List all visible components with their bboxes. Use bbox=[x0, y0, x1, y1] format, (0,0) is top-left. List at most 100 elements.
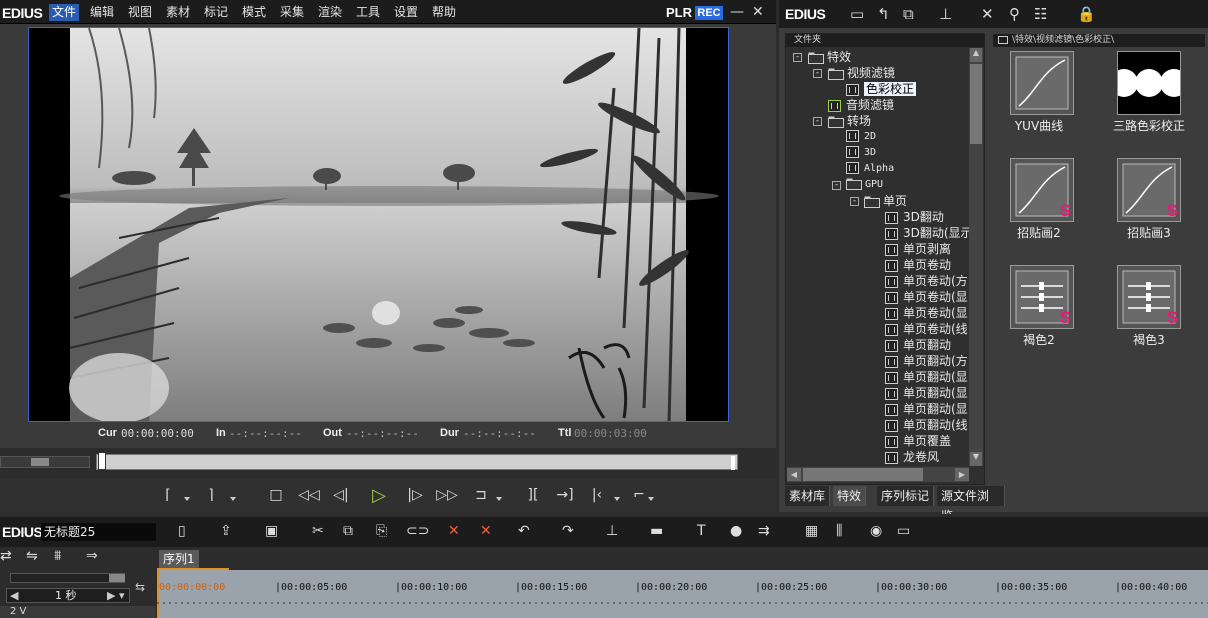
tree-leaf[interactable]: 单页卷动(显 bbox=[885, 289, 968, 305]
copy-icon[interactable]: ⧉ bbox=[343, 523, 353, 539]
menu-mode[interactable]: 模式 bbox=[242, 4, 266, 21]
playhead-marker[interactable] bbox=[98, 452, 106, 470]
title-icon[interactable]: T bbox=[697, 523, 706, 539]
add-cut-icon[interactable]: ⊥ bbox=[606, 523, 618, 539]
menu-clip[interactable]: 素材 bbox=[166, 4, 190, 21]
menu-settings[interactable]: 设置 bbox=[394, 4, 418, 21]
scroll-down-icon[interactable]: ▼ bbox=[970, 452, 982, 466]
zoom-right-icon[interactable]: ▶ bbox=[107, 589, 115, 602]
effect-poster-3[interactable]: S bbox=[1117, 158, 1181, 222]
close-icon[interactable]: ✕ bbox=[752, 4, 764, 20]
save-project-icon[interactable]: ▣ bbox=[265, 523, 278, 539]
tree-node-3d[interactable]: 3D bbox=[846, 145, 876, 161]
zoom-thumb[interactable] bbox=[109, 574, 125, 582]
open-project-icon[interactable]: ⇪ bbox=[220, 523, 232, 539]
effect-three-way[interactable] bbox=[1117, 51, 1181, 115]
scroll-thumb[interactable] bbox=[803, 468, 923, 481]
tree-node-effects[interactable]: 特效 bbox=[808, 49, 851, 65]
insert-effect-icon[interactable]: ⊥ bbox=[939, 5, 952, 23]
tree-node-audio-filters[interactable]: 音频滤镜 bbox=[828, 97, 894, 113]
insert-icon[interactable]: ][ bbox=[522, 484, 544, 506]
swap-icon[interactable]: ⇆ bbox=[135, 580, 145, 594]
properties-icon[interactable]: ⚲ bbox=[1009, 5, 1020, 23]
zoom-slider[interactable] bbox=[10, 573, 125, 583]
tree-leaf[interactable]: 3D翻动 bbox=[885, 209, 944, 225]
tree-node-video-filters[interactable]: 视频滤镜 bbox=[828, 65, 895, 81]
tree-leaf[interactable]: 单页覆盖 bbox=[885, 433, 951, 449]
tree-leaf[interactable]: 单页卷动(线 bbox=[885, 321, 968, 337]
tree-leaf[interactable]: 单页翻动 bbox=[885, 337, 951, 353]
track-mode-icon[interactable]: ⇄ bbox=[0, 548, 12, 564]
tab-source-browser[interactable]: 源文件浏览 bbox=[937, 486, 1005, 523]
play-icon[interactable]: ▷ bbox=[368, 484, 390, 506]
tree-horizontal-scrollbar[interactable]: ◀ ▶ bbox=[787, 467, 969, 482]
stop-icon[interactable]: □ bbox=[265, 484, 287, 506]
sync-icon[interactable]: ⇋ bbox=[26, 548, 38, 564]
cut-icon[interactable]: ✂ bbox=[312, 523, 324, 539]
plr-label[interactable]: PLR bbox=[666, 5, 692, 20]
tree-leaf[interactable]: 单页翻动(显 bbox=[885, 401, 968, 417]
tree-leaf[interactable]: 3D翻动(显示 bbox=[885, 225, 973, 241]
paste-icon[interactable]: ⎘ bbox=[376, 523, 387, 539]
tree-toggle[interactable]: - bbox=[813, 117, 822, 126]
redo-icon[interactable]: ↷ bbox=[562, 523, 574, 539]
up-folder-icon[interactable]: ↰ bbox=[877, 5, 890, 23]
transition-icon[interactable]: ▬ bbox=[650, 523, 663, 539]
overwrite-icon[interactable]: →] bbox=[554, 484, 576, 506]
effect-sepia-3[interactable]: S bbox=[1117, 265, 1181, 329]
scroll-thumb[interactable] bbox=[970, 64, 982, 144]
tree-leaf[interactable]: 单页剥离 bbox=[885, 241, 951, 257]
folder-icon[interactable]: ▭ bbox=[850, 5, 864, 23]
tree-toggle[interactable]: - bbox=[793, 53, 802, 62]
tree-node-page[interactable]: 单页 bbox=[864, 193, 907, 209]
mic-icon[interactable]: ● bbox=[730, 523, 742, 539]
delete-clip-icon[interactable]: ✕ bbox=[448, 523, 460, 539]
zoom-select[interactable]: ◀ 1 秒 ▶ ▾ bbox=[6, 588, 130, 603]
new-project-icon[interactable]: ▯ bbox=[178, 523, 186, 539]
dur-value[interactable]: --:--:--:-- bbox=[463, 427, 536, 440]
effect-yuv-curve[interactable] bbox=[1010, 51, 1074, 115]
sequence-tab[interactable]: 序列1 bbox=[159, 550, 199, 568]
tab-sequence-markers[interactable]: 序列标记 bbox=[877, 486, 935, 506]
step-forward-icon[interactable]: |▷ bbox=[404, 484, 426, 506]
tab-effects[interactable]: 特效 bbox=[833, 486, 867, 506]
position-bar[interactable] bbox=[96, 454, 738, 470]
in-value[interactable]: --:--:--:-- bbox=[229, 427, 302, 440]
shuttle-slider[interactable] bbox=[0, 456, 90, 468]
scroll-left-icon[interactable]: ◀ bbox=[787, 468, 801, 481]
tab-bin[interactable]: 素材库 bbox=[785, 486, 831, 506]
scroll-right-icon[interactable]: ▶ bbox=[955, 468, 969, 481]
group-icon[interactable]: ⇒ bbox=[86, 548, 98, 564]
minimize-icon[interactable]: — bbox=[730, 4, 744, 20]
split-icon[interactable]: |‹ bbox=[586, 484, 608, 506]
menu-file[interactable]: 文件 bbox=[49, 4, 80, 21]
track-header[interactable]: 2 V bbox=[0, 606, 156, 618]
tree-leaf[interactable]: 单页翻动(方 bbox=[885, 353, 968, 369]
tree-vertical-scrollbar[interactable]: ▲ ▼ bbox=[969, 48, 983, 466]
replace-icon[interactable]: ⊂⊃ bbox=[406, 523, 429, 539]
menu-view[interactable]: 视图 bbox=[128, 4, 152, 21]
rewind-icon[interactable]: ◁◁ bbox=[298, 484, 320, 506]
tree-leaf[interactable]: 单页翻动(显 bbox=[885, 385, 968, 401]
menu-marker[interactable]: 标记 bbox=[204, 4, 228, 21]
tree-toggle[interactable]: - bbox=[850, 197, 859, 206]
effect-poster-2[interactable]: S bbox=[1010, 158, 1074, 222]
mark-out-icon[interactable]: ⌉ bbox=[200, 484, 222, 506]
tree-node-transitions[interactable]: 转场 bbox=[828, 113, 871, 129]
tree-leaf[interactable]: 单页翻动(显 bbox=[885, 369, 968, 385]
tree-leaf[interactable]: 单页卷动(显 bbox=[885, 305, 968, 321]
tree-leaf[interactable]: 单页翻动(线 bbox=[885, 417, 968, 433]
cur-value[interactable]: 00:00:00:00 bbox=[121, 427, 194, 440]
tree-node-gpu[interactable]: GPU bbox=[846, 177, 883, 193]
mixer-icon[interactable]: ⫼ bbox=[836, 523, 842, 539]
shuttle-thumb[interactable] bbox=[31, 458, 49, 466]
tree-leaf[interactable]: 单页卷动 bbox=[885, 257, 951, 273]
timeline-ruler[interactable]: 00:00:00:00 |00:00:05:00 |00:00:10:00 |0… bbox=[157, 570, 1208, 618]
view-mode-icon[interactable]: ☷ bbox=[1034, 5, 1047, 23]
lock-icon[interactable]: 🔒 bbox=[1077, 5, 1096, 23]
tree-node-color-correction[interactable]: 色彩校正 bbox=[846, 81, 917, 97]
export-icon[interactable]: ⌐ bbox=[628, 484, 650, 506]
menu-capture[interactable]: 采集 bbox=[280, 4, 304, 21]
rec-badge[interactable]: REC bbox=[695, 6, 723, 20]
tree-node-2d[interactable]: 2D bbox=[846, 129, 876, 145]
